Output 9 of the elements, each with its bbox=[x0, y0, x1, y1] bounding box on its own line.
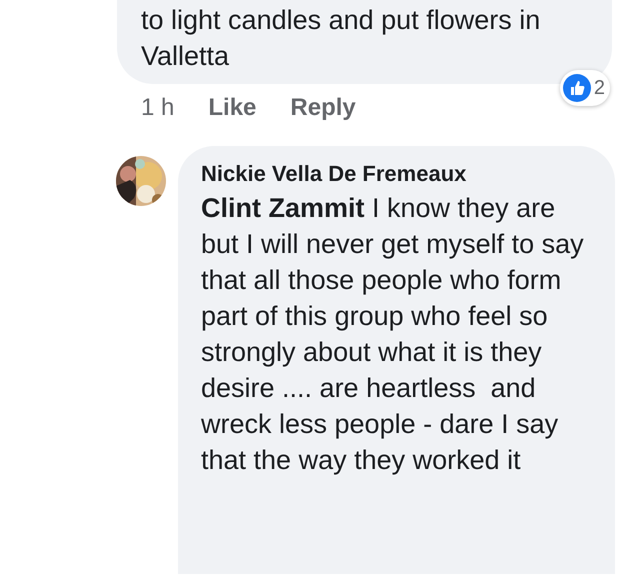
comment-text: to light candles and put flowers in Valletta bbox=[141, 4, 541, 73]
comment-action-link[interactable]: Reply bbox=[290, 90, 356, 126]
comment-text: Clint Zammit I know they are but I will never get myself to say that all those people who form part of this group who feel so strongly about what it is they desire .... are heartless and wreck less people - dare I say that the way they worked it bbox=[201, 192, 585, 477]
author-name[interactable]: Nickie Vella De Fremeaux bbox=[201, 160, 591, 188]
thumbs-up-icon bbox=[562, 74, 591, 102]
comment-action-link[interactable]: Like bbox=[208, 90, 256, 126]
comment-time: 1 h bbox=[141, 93, 174, 123]
avatar[interactable] bbox=[116, 156, 166, 206]
reaction-count[interactable]: 2 bbox=[560, 70, 610, 106]
